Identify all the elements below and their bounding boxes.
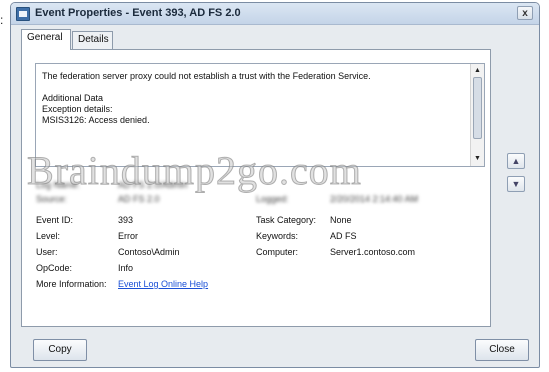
row-user: User: Contoso\Admin Computer: Server1.co…	[36, 247, 486, 259]
tab-general[interactable]: General	[21, 29, 71, 50]
event-properties: Log Name: AD FS 2.0/Admin Source: AD FS …	[36, 174, 486, 314]
event-id-value: 393	[118, 215, 134, 225]
row-source: Source: AD FS 2.0 Logged: 2/20/2014 2:14…	[36, 194, 486, 206]
row-opcode: OpCode: Info	[36, 263, 486, 275]
description-scrollbar[interactable]: ▲ ▼	[470, 64, 484, 166]
log-name-value: AD FS 2.0/Admin	[118, 180, 188, 190]
keywords-label: Keywords:	[256, 231, 299, 241]
event-description-text: The federation server proxy could not es…	[42, 71, 371, 125]
event-viewer-icon	[16, 7, 30, 21]
log-name-label: Log Name:	[36, 180, 81, 190]
scroll-down-arrow-icon[interactable]: ▼	[473, 154, 482, 163]
opcode-label: OpCode:	[36, 263, 73, 273]
window-close-button[interactable]: x	[517, 6, 533, 20]
source-value: AD FS 2.0	[118, 194, 160, 204]
tab-details[interactable]: Details	[72, 31, 113, 49]
logged-value: 2/20/2014 2:14:40 AM	[330, 194, 419, 204]
close-button[interactable]: Close	[475, 339, 529, 361]
row-event-id: Event ID: 393 Task Category: None	[36, 215, 486, 227]
stray-colon: :	[0, 13, 4, 27]
level-label: Level:	[36, 231, 61, 241]
event-id-label: Event ID:	[36, 215, 74, 225]
opcode-value: Info	[118, 263, 134, 273]
next-event-button[interactable]: ▼	[507, 176, 525, 192]
event-properties-window: Event Properties - Event 393, AD FS 2.0 …	[10, 2, 540, 368]
window-title: Event Properties - Event 393, AD FS 2.0	[35, 7, 241, 19]
previous-event-button[interactable]: ▲	[507, 153, 525, 169]
computer-label: Computer:	[256, 247, 299, 257]
user-value: Contoso\Admin	[118, 247, 180, 257]
row-log-name: Log Name: AD FS 2.0/Admin	[36, 180, 486, 192]
task-category-label: Task Category:	[256, 215, 317, 225]
keywords-value: AD FS	[330, 231, 357, 241]
user-label: User:	[36, 247, 58, 257]
source-label: Source:	[36, 194, 68, 204]
general-panel: The federation server proxy could not es…	[21, 49, 491, 327]
copy-button[interactable]: Copy	[33, 339, 87, 361]
event-log-online-help-link[interactable]: Event Log Online Help	[118, 279, 208, 289]
level-value: Error	[118, 231, 138, 241]
task-category-value: None	[330, 215, 352, 225]
title-bar: Event Properties - Event 393, AD FS 2.0 …	[11, 3, 539, 25]
computer-value: Server1.contoso.com	[330, 247, 416, 257]
scroll-thumb[interactable]	[473, 77, 482, 139]
row-more-information: More Information: Event Log Online Help	[36, 279, 486, 291]
scroll-up-arrow-icon[interactable]: ▲	[473, 66, 482, 75]
logged-label: Logged:	[256, 194, 289, 204]
row-level: Level: Error Keywords: AD FS	[36, 231, 486, 243]
more-information-label: More Information:	[36, 279, 107, 289]
event-description-box[interactable]: The federation server proxy could not es…	[35, 63, 485, 167]
